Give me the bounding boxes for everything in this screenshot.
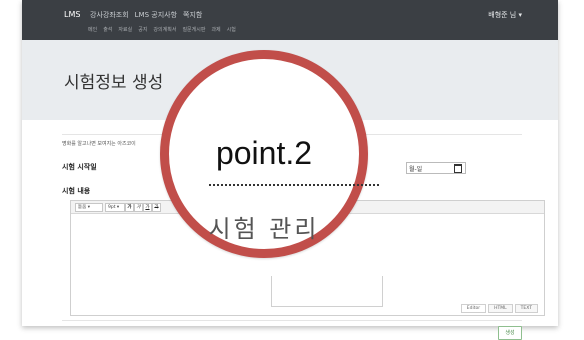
subnav-item-files[interactable]: 자료실 — [118, 26, 132, 33]
underline-button[interactable]: 가 — [143, 203, 152, 212]
user-menu[interactable]: 배형준 님 ▾ — [488, 10, 522, 20]
italic-button[interactable]: 가 — [134, 203, 143, 212]
calendar-icon[interactable] — [454, 164, 462, 173]
dotted-divider — [209, 184, 379, 186]
main-nav: 강사강좌조회 LMS 공지사항 쪽지함 — [90, 10, 202, 20]
tab-html[interactable]: HTML — [488, 304, 513, 313]
start-date-input[interactable]: 월-일 — [406, 162, 466, 174]
content-label: 시험 내용 — [62, 187, 91, 195]
strike-button[interactable]: 가 — [152, 203, 161, 212]
font-select-value: 돋움 — [78, 205, 87, 210]
start-date-label: 시험 시작일 — [62, 163, 97, 171]
divider-bottom — [62, 320, 522, 321]
sub-nav: 메인 출석 자료실 공지 강의계획서 질문게시판 과제 시험 — [88, 26, 236, 33]
overlay-subheading: 시험 관리 — [208, 215, 320, 243]
page-title: 시험정보 생성 — [64, 73, 164, 93]
editor-resize-area — [271, 276, 383, 307]
tab-editor[interactable]: Editor — [460, 304, 487, 313]
subnav-item-qna[interactable]: 질문게시판 — [182, 26, 205, 33]
brand-logo[interactable]: LMS — [64, 10, 80, 19]
subnav-item-exam[interactable]: 시험 — [227, 26, 236, 33]
overlay-heading: point.2 — [215, 135, 313, 171]
nav-item-notices[interactable]: LMS 공지사항 — [135, 10, 177, 20]
font-select[interactable]: 돋움 ▾ — [75, 203, 103, 212]
tab-text[interactable]: TEXT — [514, 304, 538, 313]
nav-item-messages[interactable]: 쪽지함 — [183, 10, 202, 20]
form-notice: 명화를 알고나면 보여지는 아즈코이 — [62, 141, 136, 147]
bold-button[interactable]: 가 — [125, 203, 134, 212]
subnav-item-syllabus[interactable]: 강의계획서 — [153, 26, 176, 33]
subnav-item-assignment[interactable]: 과제 — [211, 26, 220, 33]
editor-mode-tabs: Editor HTML TEXT — [460, 304, 538, 313]
date-placeholder: 월-일 — [409, 165, 423, 173]
nav-item-course-search[interactable]: 강사강좌조회 — [90, 10, 129, 20]
size-select-value: 9pt — [108, 205, 116, 210]
subnav-item-attendance[interactable]: 출석 — [103, 26, 112, 33]
subnav-item-notice[interactable]: 공지 — [138, 26, 147, 33]
top-navbar: LMS 강사강좌조회 LMS 공지사항 쪽지함 메인 출석 자료실 공지 강의계… — [22, 0, 558, 40]
size-select[interactable]: 9pt ▾ — [105, 203, 125, 212]
point-overlay-badge: point.2 시험 관리 — [160, 50, 379, 258]
subnav-item-main[interactable]: 메인 — [88, 26, 97, 33]
